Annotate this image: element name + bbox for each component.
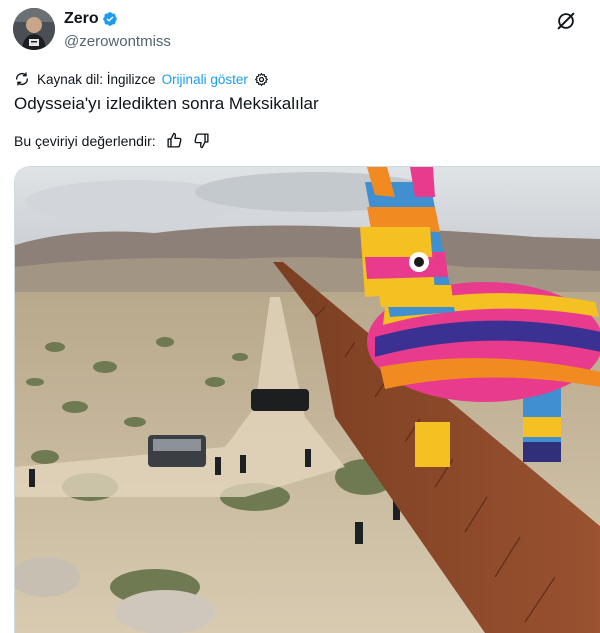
translation-source-label: Kaynak dil: İngilizce — [37, 71, 156, 87]
tweet-text: Odysseia'yı izledikten sonra Meksikalıla… — [14, 94, 319, 113]
avatar[interactable] — [13, 8, 55, 50]
tweet-media-image[interactable] — [14, 166, 600, 633]
thumbs-down-icon[interactable] — [193, 132, 210, 149]
author-handle[interactable]: @zerowontmiss — [64, 33, 171, 50]
author-name[interactable]: Zero — [64, 10, 99, 28]
rating-prompt: Bu çeviriyi değerlendir: — [14, 132, 156, 149]
translation-rating-row: Bu çeviriyi değerlendir: — [14, 132, 210, 149]
grok-icon[interactable] — [555, 10, 577, 32]
gear-icon[interactable] — [254, 72, 269, 87]
thumbs-up-icon[interactable] — [166, 132, 183, 149]
translate-icon — [16, 72, 28, 86]
verified-badge-icon — [103, 12, 117, 26]
border-pinata-photo — [15, 167, 600, 633]
translation-source-row: Kaynak dil: İngilizce Orijinali göster — [14, 70, 269, 88]
show-original-link[interactable]: Orijinali göster — [162, 72, 248, 87]
